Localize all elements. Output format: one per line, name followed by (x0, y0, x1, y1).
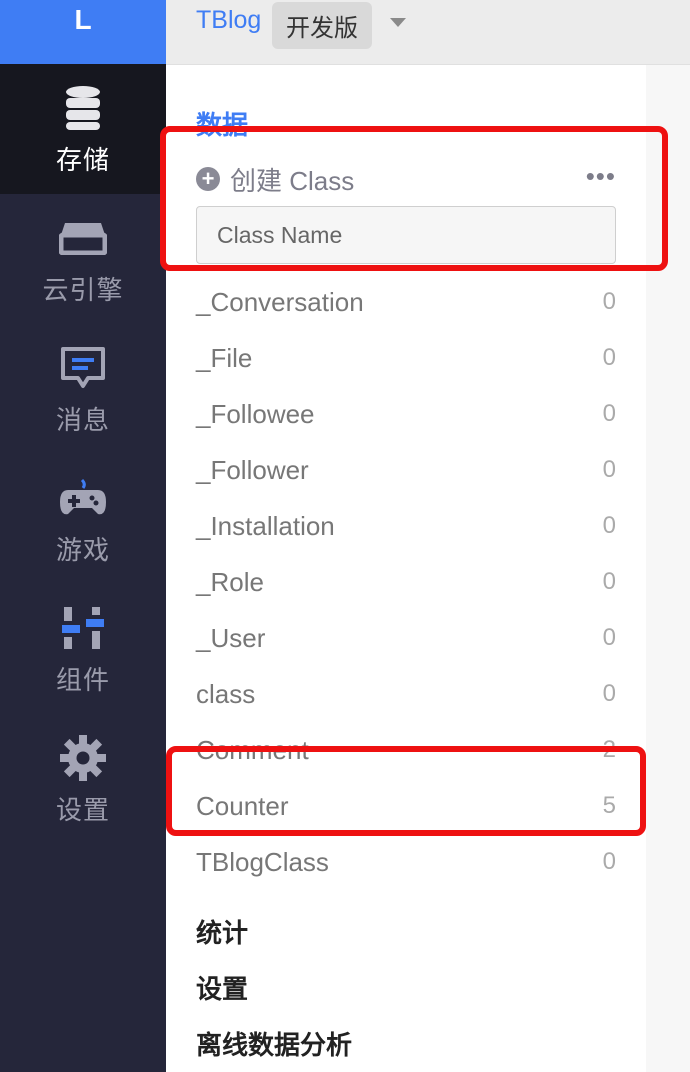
nav-item-storage[interactable]: 存储 (0, 64, 166, 194)
app-root: L 存储 云引擎 消息 游戏 组件 设置 TBlog 开发版 数据 + 创建 C… (0, 0, 690, 1072)
database-icon (57, 82, 109, 134)
chevron-down-icon[interactable] (390, 18, 406, 27)
class-item-class[interactable]: class 0 (196, 666, 616, 722)
nav-label: 消息 (55, 404, 110, 435)
class-count: 0 (602, 344, 616, 371)
link-settings[interactable]: 设置 (196, 969, 352, 1025)
nav-item-settings[interactable]: 设置 (0, 714, 166, 844)
nav-label: 设置 (55, 794, 110, 825)
class-name: class (196, 678, 256, 709)
class-name: _Installation (196, 510, 335, 541)
class-count: 0 (602, 680, 616, 707)
class-count: 0 (602, 400, 616, 427)
environment-badge[interactable]: 开发版 (272, 2, 372, 49)
class-count: 0 (602, 456, 616, 483)
class-item-user[interactable]: _User 0 (196, 610, 616, 666)
components-icon (57, 602, 109, 654)
class-item-file[interactable]: _File 0 (196, 330, 616, 386)
class-name: _Role (196, 566, 264, 597)
nav-label: 存储 (55, 144, 110, 175)
gamepad-icon (57, 472, 109, 524)
panel-bottom-links: 统计 设置 离线数据分析 (196, 913, 352, 1072)
nav-label: 云引擎 (42, 274, 124, 305)
class-name: TBlogClass (196, 846, 329, 877)
app-name-link[interactable]: TBlog (196, 6, 261, 35)
class-name: _File (196, 342, 253, 373)
highlight-box-counter (166, 746, 646, 836)
class-count: 0 (602, 568, 616, 595)
class-count: 0 (602, 288, 616, 315)
nav-item-messaging[interactable]: 消息 (0, 324, 166, 454)
nav-item-games[interactable]: 游戏 (0, 454, 166, 584)
class-item-follower[interactable]: _Follower 0 (196, 442, 616, 498)
class-name: _User (196, 622, 266, 653)
class-count: 0 (602, 512, 616, 539)
class-count: 0 (602, 848, 616, 875)
class-count: 0 (602, 624, 616, 651)
class-name: _Conversation (196, 286, 364, 317)
nav-label: 组件 (55, 664, 110, 695)
class-item-installation[interactable]: _Installation 0 (196, 498, 616, 554)
class-item-conversation[interactable]: _Conversation 0 (196, 274, 616, 330)
link-offline-analysis[interactable]: 离线数据分析 (196, 1025, 352, 1072)
gear-icon (57, 732, 109, 784)
class-item-tblogclass[interactable]: TBlogClass 0 (196, 834, 616, 890)
top-bar: TBlog 开发版 (166, 0, 690, 65)
class-item-followee[interactable]: _Followee 0 (196, 386, 616, 442)
class-name: _Follower (196, 454, 309, 485)
nav-item-components[interactable]: 组件 (0, 584, 166, 714)
server-icon (57, 212, 109, 264)
nav-label: 游戏 (55, 534, 110, 565)
app-logo[interactable]: L (0, 0, 166, 64)
logo-letter: L (74, 4, 92, 35)
left-nav: L 存储 云引擎 消息 游戏 组件 设置 (0, 0, 166, 1072)
link-statistics[interactable]: 统计 (196, 913, 352, 969)
highlight-box-create-class (160, 126, 668, 271)
class-name: _Followee (196, 398, 315, 429)
class-item-role[interactable]: _Role 0 (196, 554, 616, 610)
nav-item-cloud-engine[interactable]: 云引擎 (0, 194, 166, 324)
chat-bubble-icon (57, 342, 109, 394)
